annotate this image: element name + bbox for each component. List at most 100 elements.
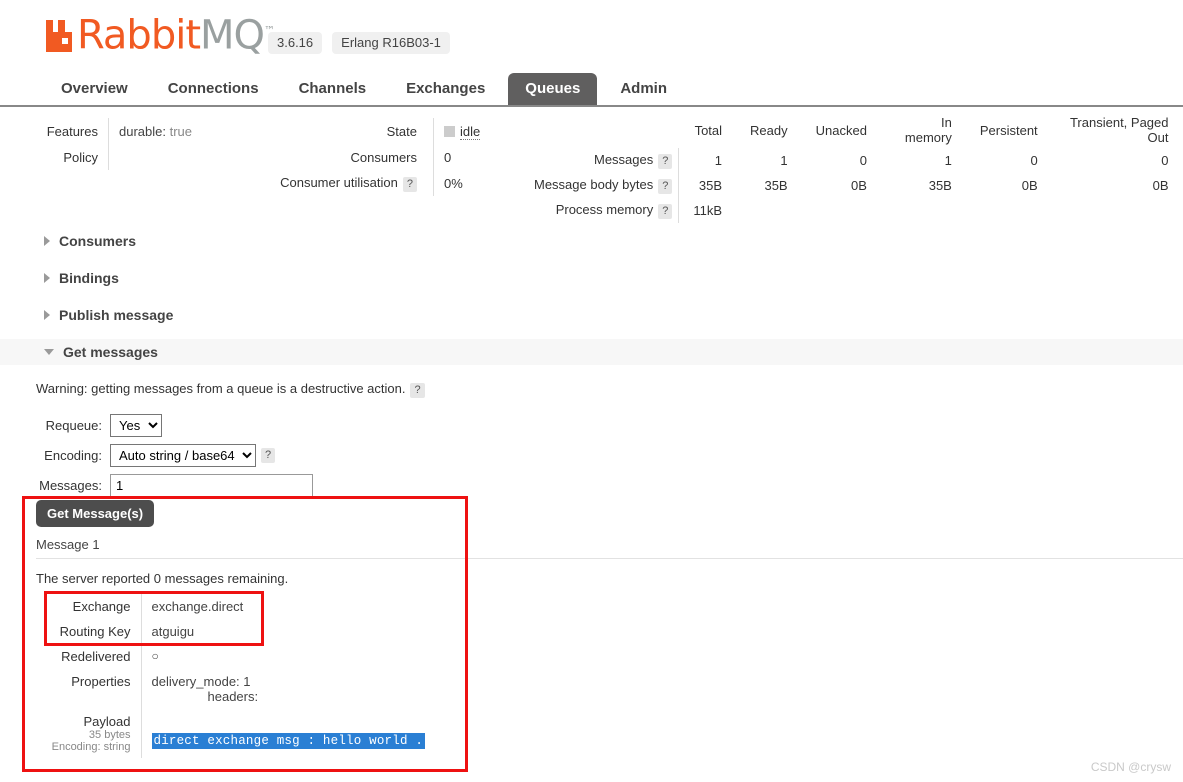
cell-messages-total: 1 (714, 153, 723, 168)
cell-messages-unacked: 0 (859, 153, 867, 168)
help-icon[interactable]: ? (658, 179, 673, 194)
messages-count-label: Messages: (39, 477, 102, 493)
cell-empty (802, 198, 881, 223)
process-memory-label: Process memory (555, 202, 654, 217)
col-in-memory: In memory (904, 115, 952, 145)
col-unacked: Unacked (815, 122, 867, 138)
section-publish-message[interactable]: Publish message (0, 302, 1183, 328)
version-badges: 3.6.16 Erlang R16B03-1 (268, 32, 450, 54)
consumers-value: 0 (444, 149, 452, 165)
cell-messages-persistent: 0 (1030, 153, 1038, 168)
routing-key-value: atguigu (151, 624, 195, 639)
empty-corner (520, 112, 679, 148)
table-row: Properties delivery_mode: 1 headers: (36, 669, 425, 709)
divider (108, 144, 109, 170)
chevron-down-icon (44, 349, 54, 355)
properties-value: delivery_mode: 1 headers: (141, 669, 425, 709)
warning-text: Warning: getting messages from a queue i… (36, 381, 406, 396)
consumers-row: Consumers 0 (255, 144, 485, 170)
cell-bytes-ready: 35B (764, 178, 788, 193)
cell-bytes-transient: 0B (1152, 178, 1169, 193)
requeue-label: Requeue: (45, 417, 102, 433)
section-bindings[interactable]: Bindings (0, 265, 1183, 291)
property-delivery-mode: delivery_mode: 1 (151, 674, 251, 689)
help-icon[interactable]: ? (261, 447, 276, 463)
consumer-utilisation-row: Consumer utilisation? 0% (255, 170, 485, 196)
features-value: durable: true (109, 124, 192, 139)
consumer-utilisation-value: 0% (444, 175, 463, 191)
state-value: idle (460, 123, 481, 140)
cell-empty (966, 198, 1052, 223)
message-detail-table: Exchange exchange.direct Routing Key atg… (36, 594, 426, 758)
cell-empty (881, 198, 966, 223)
property-headers: headers: (207, 689, 259, 704)
cell-empty (1052, 198, 1183, 223)
tab-queues[interactable]: Queues (508, 73, 598, 105)
get-messages-result: Get Message(s) Message 1 The server repo… (36, 500, 1183, 758)
help-icon[interactable]: ? (658, 204, 673, 219)
payload-value[interactable]: direct exchange msg : hello world . (151, 733, 426, 749)
features-durable-key: durable: (119, 123, 166, 139)
col-transient-paged-out: Transient, Paged Out (1069, 115, 1169, 145)
tab-overview[interactable]: Overview (44, 73, 145, 105)
chevron-right-icon (44, 273, 50, 283)
properties-label: Properties (36, 669, 142, 709)
encoding-select[interactable]: Auto string / base64 base64 (110, 443, 256, 467)
queue-state-panel: State idle Consumers 0 Consumer utilisat… (255, 118, 485, 196)
state-value-wrap: idle (434, 123, 481, 140)
tab-exchanges[interactable]: Exchanges (389, 73, 502, 105)
remaining-count: 0 (153, 571, 162, 586)
message-stats-table: Total Ready Unacked In memory Persistent… (520, 112, 1183, 223)
help-icon[interactable]: ? (402, 176, 417, 192)
tab-connections[interactable]: Connections (151, 73, 276, 105)
requeue-select[interactable]: Yes No (110, 413, 162, 437)
help-icon[interactable]: ? (658, 154, 673, 169)
section-label: Consumers (59, 233, 137, 249)
row-label-message-body-bytes: Message body bytes? (520, 173, 680, 198)
cell-messages-ready: 1 (780, 153, 788, 168)
payload-label: Payload (83, 714, 131, 729)
consumer-utilisation-label: Consumer utilisation? (255, 175, 425, 192)
remaining-prefix: The server reported (36, 571, 154, 586)
rabbitmq-logo[interactable]: RabbitMQ™ (44, 12, 275, 55)
destructive-warning: Warning: getting messages from a queue i… (36, 381, 425, 398)
get-messages-form: Requeue: Yes No Encoding: Auto string / … (36, 410, 313, 500)
section-get-messages[interactable]: Get messages (0, 339, 1183, 365)
watermark: CSDN @crysw (1090, 760, 1171, 774)
table-row: Messages? 1 1 0 1 0 0 (520, 148, 1183, 173)
section-label: Get messages (63, 344, 158, 360)
section-consumers[interactable]: Consumers (0, 228, 1183, 254)
table-row: Message body bytes? 35B 35B 0B 35B 0B 0B (520, 173, 1183, 198)
cell-messages-transient: 0 (1161, 153, 1169, 168)
chevron-right-icon (44, 236, 50, 246)
section-label: Publish message (59, 307, 174, 323)
table-row: Exchange exchange.direct (36, 594, 425, 619)
encoding-row: Encoding: Auto string / base64 base64 ? (36, 440, 313, 470)
message-heading: Message 1 (36, 527, 1183, 559)
logo-text-mq: MQ (200, 12, 265, 59)
row-label-process-memory: Process memory? (520, 198, 680, 223)
table-row: Redelivered ○ (36, 644, 425, 669)
cell-bytes-unacked: 0B (851, 178, 867, 193)
col-ready: Ready (750, 122, 788, 138)
page-header: RabbitMQ™ 3.6.16 Erlang R16B03-1 (0, 0, 1183, 66)
redelivered-value: ○ (151, 649, 159, 663)
payload-label-cell: Payload 35 bytes Encoding: string (36, 709, 142, 758)
tab-channels[interactable]: Channels (282, 73, 384, 105)
erlang-badge: Erlang R16B03-1 (332, 32, 450, 54)
col-total: Total (694, 122, 723, 138)
table-row: Process memory? 11kB (520, 198, 1183, 223)
encoding-label: Encoding: (44, 447, 102, 463)
cell-empty (736, 198, 802, 223)
cell-bytes-persistent: 0B (1021, 178, 1038, 193)
chevron-right-icon (44, 310, 50, 320)
messages-count-row: Messages: (36, 470, 313, 500)
routing-key-label: Routing Key (36, 619, 142, 644)
messages-count-input[interactable] (110, 473, 313, 497)
get-messages-button[interactable]: Get Message(s) (36, 500, 155, 527)
features-label: Features (46, 123, 98, 139)
tab-admin[interactable]: Admin (603, 73, 684, 105)
exchange-label: Exchange (36, 594, 142, 619)
help-icon[interactable]: ? (410, 383, 425, 398)
cell-bytes-total: 35B (698, 178, 723, 193)
